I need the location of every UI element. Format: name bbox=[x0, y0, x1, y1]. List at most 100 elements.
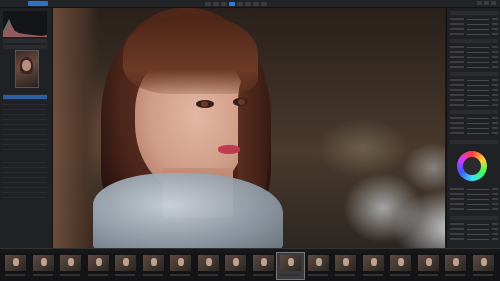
adjust-row[interactable] bbox=[450, 33, 498, 36]
adjust-row[interactable] bbox=[450, 56, 498, 59]
compare-icon[interactable] bbox=[245, 1, 251, 6]
filmstrip-thumb[interactable] bbox=[112, 253, 139, 279]
adjust-row[interactable] bbox=[450, 228, 498, 231]
adjust-row[interactable] bbox=[450, 208, 498, 211]
brush-icon[interactable] bbox=[237, 1, 243, 6]
filmstrip-thumb[interactable] bbox=[360, 253, 387, 279]
adjust-section-header[interactable] bbox=[450, 11, 498, 15]
adjust-row[interactable] bbox=[450, 79, 498, 82]
filmstrip-thumb[interactable] bbox=[195, 253, 222, 279]
thumb-caption bbox=[362, 274, 383, 276]
thumb-caption bbox=[5, 274, 25, 276]
adjust-row[interactable] bbox=[450, 51, 498, 54]
main-toolbar bbox=[205, 1, 267, 6]
filmstrip-thumb[interactable] bbox=[167, 253, 194, 279]
color-wheel[interactable] bbox=[457, 151, 487, 181]
adjust-row[interactable] bbox=[450, 127, 498, 130]
adjust-section-header[interactable] bbox=[450, 72, 498, 76]
zoom-icon[interactable] bbox=[229, 1, 235, 6]
thumb-caption bbox=[280, 274, 300, 276]
thumb-image bbox=[335, 255, 356, 271]
adjust-row[interactable] bbox=[450, 23, 498, 26]
thumb-image bbox=[170, 255, 191, 271]
color-section-header[interactable] bbox=[450, 140, 498, 144]
left-panel bbox=[0, 8, 53, 248]
filmstrip-thumb[interactable] bbox=[470, 253, 497, 279]
filmstrip-thumb[interactable] bbox=[30, 253, 57, 279]
adjust-row[interactable] bbox=[450, 99, 498, 102]
window-controls bbox=[477, 1, 496, 5]
right-panel bbox=[446, 8, 500, 248]
subject-eye-left bbox=[196, 100, 214, 108]
hand-icon[interactable] bbox=[221, 1, 227, 6]
maximize-icon[interactable] bbox=[484, 1, 489, 5]
thumb-caption bbox=[32, 274, 53, 276]
adjust-row[interactable] bbox=[450, 84, 498, 87]
filmstrip bbox=[0, 252, 500, 281]
crop-icon[interactable] bbox=[205, 1, 211, 6]
filmstrip-thumb[interactable] bbox=[387, 253, 414, 279]
close-icon[interactable] bbox=[491, 1, 496, 5]
thumb-image bbox=[390, 255, 411, 271]
navigator-preview[interactable] bbox=[15, 50, 39, 88]
adjust-row[interactable] bbox=[450, 203, 498, 206]
filmstrip-thumb[interactable] bbox=[442, 253, 469, 279]
main-image-viewer[interactable] bbox=[53, 8, 445, 248]
histogram bbox=[3, 11, 47, 37]
filmstrip-thumb[interactable] bbox=[57, 253, 84, 279]
filmstrip-thumb-selected[interactable] bbox=[276, 252, 305, 280]
navigator-header[interactable] bbox=[3, 45, 47, 49]
thumb-image bbox=[252, 255, 274, 271]
thumb-image bbox=[307, 255, 329, 271]
adjust-row[interactable] bbox=[450, 122, 498, 125]
list-item[interactable] bbox=[3, 145, 47, 150]
adjust-row[interactable] bbox=[450, 117, 498, 120]
adjust-row[interactable] bbox=[450, 66, 498, 69]
filmstrip-thumb[interactable] bbox=[332, 253, 359, 279]
thumb-caption bbox=[87, 274, 108, 276]
history-list bbox=[3, 90, 47, 150]
adjust-section-header[interactable] bbox=[450, 39, 498, 43]
tab-develop[interactable] bbox=[28, 1, 48, 6]
filmstrip-thumb[interactable] bbox=[222, 253, 249, 279]
grid-icon[interactable] bbox=[253, 1, 259, 6]
rotate-icon[interactable] bbox=[213, 1, 219, 6]
thumb-image bbox=[225, 255, 246, 271]
minimize-icon[interactable] bbox=[477, 1, 482, 5]
thumb-caption bbox=[445, 274, 465, 276]
thumb-image bbox=[280, 255, 301, 271]
adjust-row[interactable] bbox=[450, 89, 498, 92]
adjust-row[interactable] bbox=[450, 238, 498, 241]
histogram-header[interactable] bbox=[3, 39, 47, 43]
adjust-row[interactable] bbox=[450, 223, 498, 226]
adjust-row[interactable] bbox=[450, 132, 498, 135]
adjust-section-header[interactable] bbox=[450, 110, 498, 114]
subject-eye-right bbox=[233, 98, 247, 106]
thumb-image bbox=[60, 255, 81, 271]
thumb-caption bbox=[335, 274, 355, 276]
adjust-row[interactable] bbox=[450, 188, 498, 191]
adjust-row[interactable] bbox=[450, 61, 498, 64]
adjust-row[interactable] bbox=[450, 28, 498, 31]
adjust-row[interactable] bbox=[450, 193, 498, 196]
thumb-image bbox=[87, 255, 109, 271]
adjust-row[interactable] bbox=[450, 94, 498, 97]
filmstrip-thumb[interactable] bbox=[305, 253, 332, 279]
list-item bbox=[3, 193, 47, 198]
adjust-row[interactable] bbox=[450, 46, 498, 49]
adjust-row[interactable] bbox=[450, 18, 498, 21]
filmstrip-thumb[interactable] bbox=[415, 253, 442, 279]
filmstrip-thumb[interactable] bbox=[250, 253, 277, 279]
adjust-row[interactable] bbox=[450, 198, 498, 201]
settings-icon[interactable] bbox=[261, 1, 267, 6]
subject-bangs bbox=[123, 14, 258, 94]
title-bar bbox=[0, 0, 500, 8]
thumb-caption bbox=[390, 274, 410, 276]
adjust-row[interactable] bbox=[450, 104, 498, 107]
filmstrip-thumb[interactable] bbox=[2, 253, 29, 279]
filmstrip-thumb[interactable] bbox=[85, 253, 112, 279]
adjust-row[interactable] bbox=[450, 233, 498, 236]
thumb-caption bbox=[252, 274, 273, 276]
adjust-section-header[interactable] bbox=[450, 216, 498, 220]
filmstrip-thumb[interactable] bbox=[140, 253, 167, 279]
